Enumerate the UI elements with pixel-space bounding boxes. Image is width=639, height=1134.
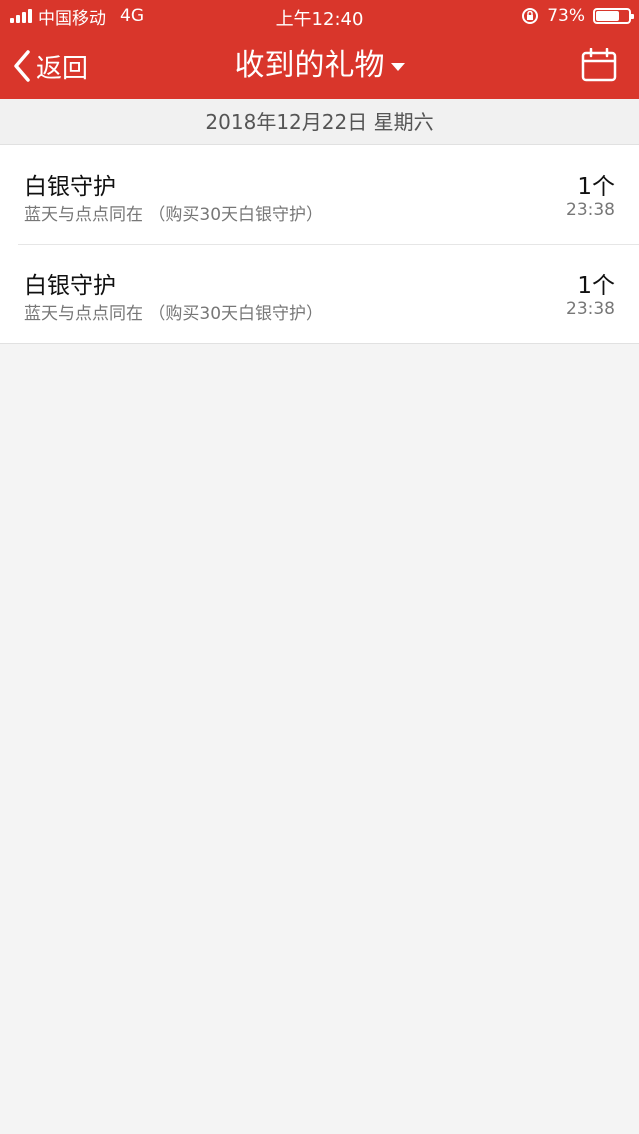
gift-desc: 蓝天与点点同在 （购买30天白银守护） xyxy=(24,205,324,225)
gift-row[interactable]: 白银守护 蓝天与点点同在 （购买30天白银守护） 1个 23:38 xyxy=(0,244,639,343)
battery-percent: 73% xyxy=(547,6,585,26)
battery-icon xyxy=(593,8,634,24)
caret-down-icon xyxy=(390,62,405,71)
gift-list: 白银守护 蓝天与点点同在 （购买30天白银守护） 1个 23:38 白银守护 蓝… xyxy=(0,145,639,344)
date-header: 2018年12月22日 星期六 xyxy=(0,99,639,145)
gift-count: 1个 xyxy=(577,273,615,299)
gift-time: 23:38 xyxy=(566,200,615,220)
nav-bar: 返回 收到的礼物 xyxy=(0,32,639,99)
battery-fill xyxy=(596,11,620,21)
status-bar: 中国移动 4G 上午12:40 73% xyxy=(0,0,639,32)
gift-time: 23:38 xyxy=(566,299,615,319)
gift-row[interactable]: 白银守护 蓝天与点点同在 （购买30天白银守护） 1个 23:38 xyxy=(0,145,639,244)
calendar-icon[interactable] xyxy=(581,48,617,82)
gift-count: 1个 xyxy=(577,174,615,200)
gift-name: 白银守护 xyxy=(24,174,116,200)
orientation-lock-icon xyxy=(522,8,539,24)
page-title-dropdown[interactable]: 收到的礼物 xyxy=(0,46,639,86)
status-right: 73% xyxy=(521,5,634,27)
page-title: 收到的礼物 xyxy=(234,48,385,83)
gift-name: 白银守护 xyxy=(24,273,116,299)
gift-desc: 蓝天与点点同在 （购买30天白银守护） xyxy=(24,304,324,324)
